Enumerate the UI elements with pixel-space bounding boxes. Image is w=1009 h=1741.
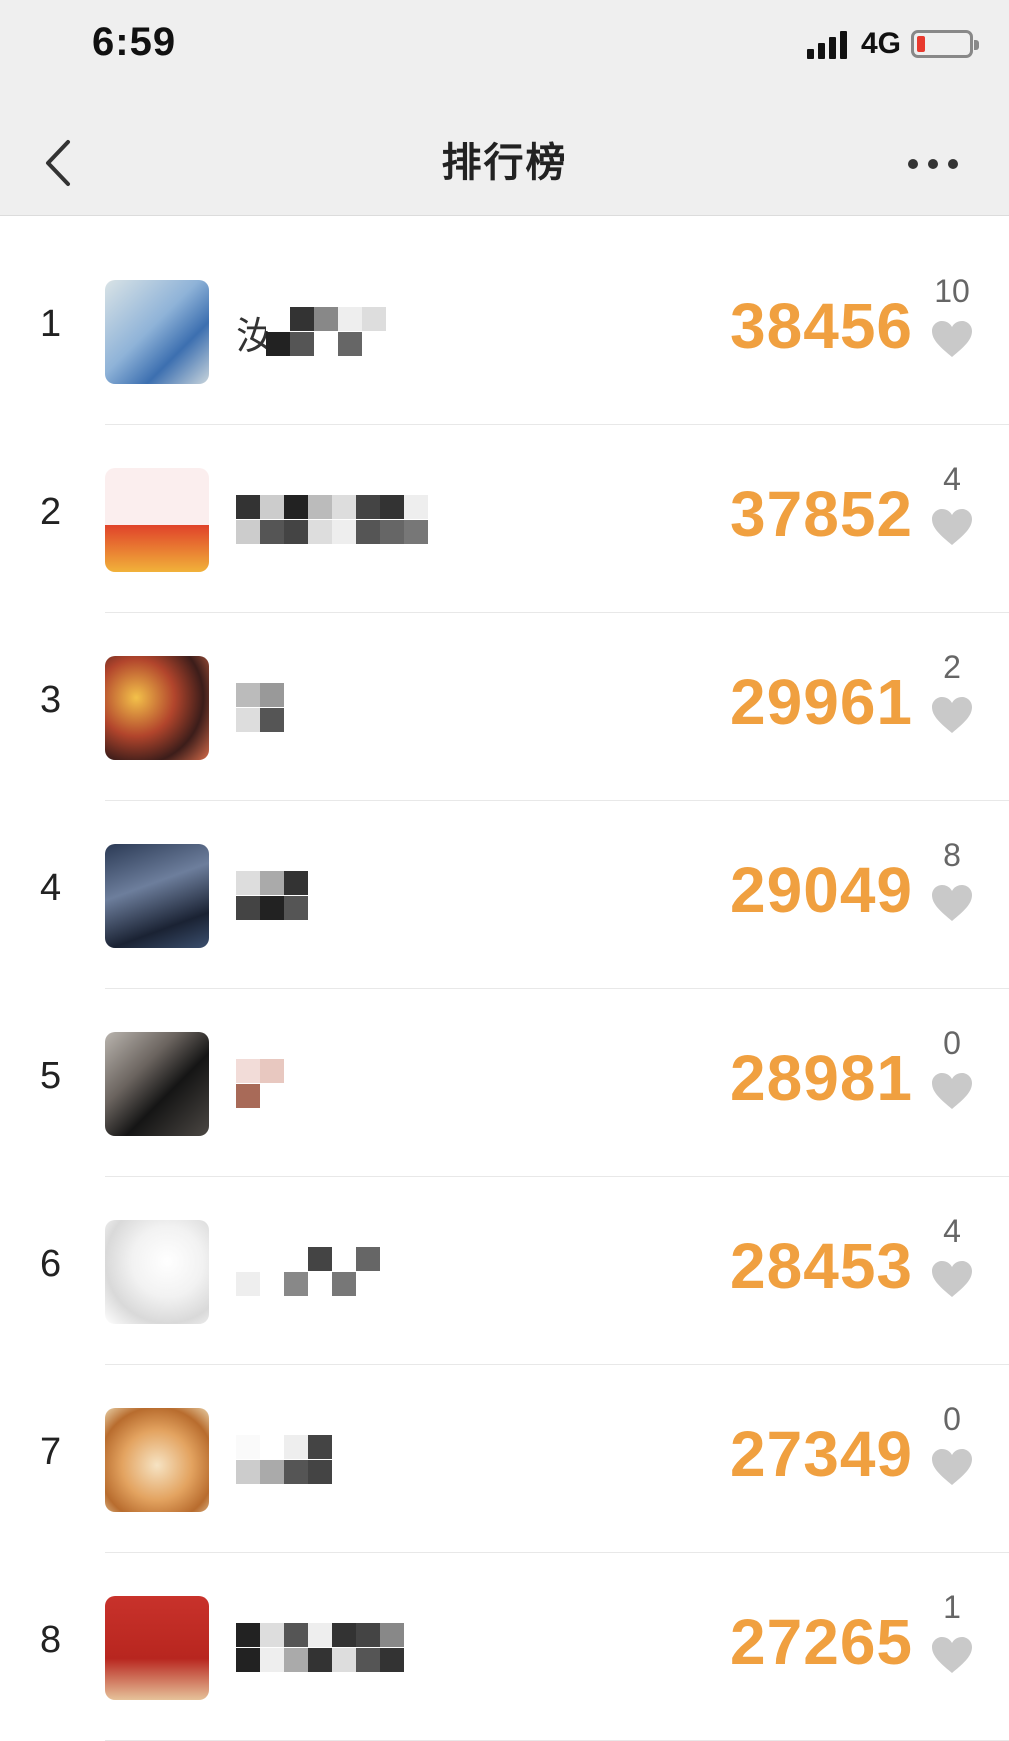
shiba-dog-avatar[interactable]: [105, 1408, 209, 1512]
list-item[interactable]: 5 28981 0: [0, 989, 1009, 1177]
like-group: 8: [917, 833, 987, 928]
red-festive-avatar[interactable]: [105, 1596, 209, 1700]
list-item[interactable]: 8 27265 1: [0, 1553, 1009, 1741]
blurred-name-mosaic: [236, 683, 284, 733]
status-time: 6:59: [92, 20, 177, 64]
like-count: 4: [943, 1213, 961, 1249]
list-item[interactable]: 3 29961 2: [0, 613, 1009, 801]
like-group: 2: [917, 645, 987, 740]
list-item[interactable]: 7 27349 0: [0, 1365, 1009, 1553]
like-count: 1: [943, 1589, 961, 1625]
like-count: 2: [943, 649, 961, 685]
like-count: 0: [943, 1025, 961, 1061]
ellipsis-icon[interactable]: [905, 154, 961, 174]
battery-icon: [911, 30, 979, 58]
like-count: 8: [943, 837, 961, 873]
like-group: 0: [917, 1021, 987, 1116]
heart-icon[interactable]: [930, 883, 974, 923]
blurred-name-mosaic: [236, 1059, 284, 1109]
like-group: 4: [917, 457, 987, 552]
score-value: 29049: [730, 854, 913, 926]
score-value: 37852: [730, 478, 913, 550]
heart-icon[interactable]: [930, 1259, 974, 1299]
like-group: 0: [917, 1397, 987, 1492]
like-group: 1: [917, 1585, 987, 1680]
score-value: 28453: [730, 1230, 913, 1302]
heart-icon[interactable]: [930, 507, 974, 547]
heart-icon[interactable]: [930, 1071, 974, 1111]
rank-number: 6: [40, 1243, 62, 1285]
battery-level: [917, 36, 925, 52]
list-item[interactable]: 1 汝 38456 10: [0, 237, 1009, 425]
leaderboard-list: 1 汝 38456 10 2 37852 4 3 29961 2 4 29049 8 5 28981 0 6 28…: [0, 237, 1009, 1741]
like-group: 4: [917, 1209, 987, 1304]
rank-number: 1: [40, 303, 62, 345]
like-group: 10: [917, 269, 987, 364]
hand-sketch-avatar[interactable]: [105, 1220, 209, 1324]
rank-number: 8: [40, 1619, 62, 1661]
heart-icon[interactable]: [930, 1447, 974, 1487]
cartoon-blue-creature-avatar[interactable]: [105, 280, 209, 384]
blurred-name-mosaic: [236, 1435, 356, 1485]
blurred-name-mosaic: [236, 1623, 404, 1673]
rank-number: 5: [40, 1055, 62, 1097]
status-bar: 6:59 4G: [0, 0, 1009, 90]
network-type: 4G: [860, 27, 901, 60]
like-count: 10: [934, 273, 970, 309]
blurred-name-mosaic: [236, 1247, 380, 1297]
score-value: 27349: [730, 1418, 913, 1490]
page-title: 排行榜: [441, 141, 568, 185]
list-item[interactable]: 4 29049 8: [0, 801, 1009, 989]
score-value: 29961: [730, 666, 913, 738]
list-item[interactable]: 2 37852 4: [0, 425, 1009, 613]
heart-icon[interactable]: [930, 1635, 974, 1675]
signal-icon: [806, 29, 851, 59]
rank-number: 3: [40, 679, 62, 721]
like-count: 0: [943, 1401, 961, 1437]
anime-girl-avatar[interactable]: [105, 656, 209, 760]
score-value: 27265: [730, 1606, 913, 1678]
rank-number: 7: [40, 1431, 62, 1473]
score-value: 38456: [730, 290, 913, 362]
anime-boy-glasses-avatar[interactable]: [105, 468, 209, 572]
rank-number: 4: [40, 867, 62, 909]
man-night-photo-avatar[interactable]: [105, 844, 209, 948]
header-area: 6:59 4G 排行榜: [0, 0, 1009, 216]
heart-icon[interactable]: [930, 695, 974, 735]
rank-number: 2: [40, 491, 62, 533]
list-item[interactable]: 6 28453 4: [0, 1177, 1009, 1365]
blurred-name-mosaic: [236, 495, 428, 545]
status-indicators: 4G: [806, 24, 979, 64]
like-count: 4: [943, 461, 961, 497]
nav-bar: 排行榜: [0, 90, 1009, 215]
score-value: 28981: [730, 1042, 913, 1114]
man-black-sweater-avatar[interactable]: [105, 1032, 209, 1136]
blurred-name-mosaic: [236, 871, 308, 921]
blurred-name-mosaic: [266, 307, 386, 357]
heart-icon[interactable]: [930, 319, 974, 359]
